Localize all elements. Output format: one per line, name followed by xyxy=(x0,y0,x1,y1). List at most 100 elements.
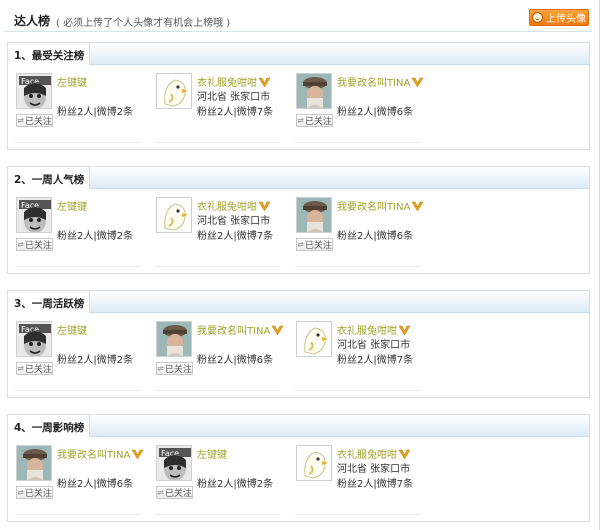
followed-label: 已关注 xyxy=(164,365,192,375)
mutual-arrows-icon: ⇌ xyxy=(17,364,24,373)
followed-label: 已关注 xyxy=(24,365,52,375)
mutual-arrows-icon: ⇌ xyxy=(17,116,24,125)
user-avatar[interactable] xyxy=(296,321,332,357)
vip-badge-icon xyxy=(410,77,424,89)
avatar-face-icon xyxy=(532,12,543,23)
user-name: 左键键 xyxy=(57,78,87,89)
user-stats: 粉丝2人|微博7条 xyxy=(337,355,414,366)
mutual-arrows-icon: ⇌ xyxy=(17,488,24,497)
user-location: 河北省 张家口市 xyxy=(197,216,271,227)
user-avatar[interactable]: Face xyxy=(16,197,52,233)
user-name-link[interactable]: 左键键 xyxy=(57,198,87,213)
user-name-link[interactable]: 我要改名叫TINA xyxy=(337,74,424,89)
user-stats: 粉丝2人|微博7条 xyxy=(337,479,414,490)
user-location: 河北省 张家口市 xyxy=(337,340,411,351)
user-name: 我要改名叫TINA xyxy=(337,78,411,89)
user-name: 我要改名叫TINA xyxy=(197,326,271,337)
page-title: 达人榜 xyxy=(14,14,51,28)
user-avatar[interactable] xyxy=(156,73,192,109)
upload-avatar-label: 上传头像 xyxy=(546,14,586,25)
section-tab: 2、一周人气榜 xyxy=(8,167,90,189)
followed-button[interactable]: ⇌ 已关注 xyxy=(16,362,53,375)
followed-button[interactable]: ⇌ 已关注 xyxy=(296,238,333,251)
user-avatar[interactable] xyxy=(156,321,192,357)
section-tab: 1、最受关注榜 xyxy=(8,43,90,65)
section-tab: 3、一周活跃榜 xyxy=(8,291,90,313)
mutual-arrows-icon: ⇌ xyxy=(297,240,304,249)
user-name-link[interactable]: 衣礼服兔咁咁 xyxy=(197,198,270,213)
user-card: 衣礼服兔咁咁河北省 张家口市 粉丝2人|微博7条 xyxy=(295,445,420,515)
leaderboard-section: 1、最受关注榜 Face 左键键 粉丝2人|微博2条 ⇌ 已关注 衣礼服兔咁咁 河北省 张家口… xyxy=(7,42,590,150)
user-name-link[interactable]: 衣礼服兔咁咁 xyxy=(337,322,410,337)
user-stats: 粉丝2人|微博6条 xyxy=(337,107,414,118)
user-stats: 粉丝2人|微博2条 xyxy=(57,107,134,118)
user-name: 左键键 xyxy=(197,450,227,461)
user-avatar[interactable] xyxy=(156,197,192,233)
mutual-arrows-icon: ⇌ xyxy=(297,116,304,125)
user-name-link[interactable]: 左键键 xyxy=(57,322,87,337)
user-card: Face 左键键 粉丝2人|微博2条 ⇌ 已关注 xyxy=(15,197,140,267)
followed-label: 已关注 xyxy=(24,241,52,251)
followed-button[interactable]: ⇌ 已关注 xyxy=(16,238,53,251)
section-header: 2、一周人气榜 xyxy=(8,167,589,189)
followed-button[interactable]: ⇌ 已关注 xyxy=(16,114,53,127)
user-avatar[interactable]: Face xyxy=(156,445,192,481)
user-avatar[interactable]: Face xyxy=(16,73,52,109)
user-stats: 粉丝2人|微博2条 xyxy=(197,479,274,490)
followed-button[interactable]: ⇌ 已关注 xyxy=(156,486,193,499)
user-name-link[interactable]: 我要改名叫TINA xyxy=(57,446,144,461)
user-stats: 粉丝2人|微博7条 xyxy=(197,107,274,118)
page-subtitle: ( 必须上传了个人头像才有机会上榜哦 ) xyxy=(56,18,231,29)
user-location: 河北省 张家口市 xyxy=(337,464,411,475)
leaderboard-section: 4、一周影响榜 我要改名叫TINA 粉丝2人|微博6条 ⇌ 已关注 Face 左键键 粉丝2人… xyxy=(7,414,590,522)
section-header: 1、最受关注榜 xyxy=(8,43,589,65)
user-stats: 粉丝2人|微博2条 xyxy=(57,355,134,366)
user-card: 衣礼服兔咁咁河北省 张家口市 粉丝2人|微博7条 xyxy=(295,321,420,391)
section-title: 4、一周影响榜 xyxy=(14,422,85,434)
user-card: 我要改名叫TINA 粉丝2人|微博6条 ⇌ 已关注 xyxy=(15,445,144,515)
vip-badge-icon xyxy=(410,201,424,213)
user-name: 左键键 xyxy=(57,202,87,213)
user-card: Face 左键键粉丝2人|微博2条 ⇌ 已关注 xyxy=(15,73,140,143)
followed-button[interactable]: ⇌ 已关注 xyxy=(156,362,193,375)
section-title: 2、一周人气榜 xyxy=(14,174,85,186)
followed-label: 已关注 xyxy=(304,241,332,251)
followed-label: 已关注 xyxy=(304,117,332,127)
followed-button[interactable]: ⇌ 已关注 xyxy=(296,114,333,127)
section-tab: 4、一周影响榜 xyxy=(8,415,90,437)
section-title: 1、最受关注榜 xyxy=(14,50,85,62)
section-header: 3、一周活跃榜 xyxy=(8,291,589,313)
user-stats: 粉丝2人|微博6条 xyxy=(57,479,134,490)
user-card: 我要改名叫TINA 粉丝2人|微博6条 ⇌ 已关注 xyxy=(295,197,424,267)
user-avatar[interactable]: Face xyxy=(16,321,52,357)
mutual-arrows-icon: ⇌ xyxy=(157,364,164,373)
user-avatar[interactable] xyxy=(296,445,332,481)
followed-label: 已关注 xyxy=(164,489,192,499)
user-stats: 粉丝2人|微博7条 xyxy=(197,231,274,242)
user-name-link[interactable]: 我要改名叫TINA xyxy=(337,198,424,213)
user-avatar[interactable] xyxy=(296,197,332,233)
user-avatar[interactable] xyxy=(296,73,332,109)
user-stats: 粉丝2人|微博6条 xyxy=(337,231,414,242)
section-header: 4、一周影响榜 xyxy=(8,415,589,437)
user-card: Face 左键键粉丝2人|微博2条 ⇌ 已关注 xyxy=(15,321,140,391)
followed-label: 已关注 xyxy=(24,489,52,499)
user-name-link[interactable]: 我要改名叫TINA xyxy=(197,322,284,337)
mutual-arrows-icon: ⇌ xyxy=(157,488,164,497)
followed-button[interactable]: ⇌ 已关注 xyxy=(16,486,53,499)
user-stats: 粉丝2人|微博6条 xyxy=(197,355,274,366)
user-avatar[interactable] xyxy=(16,445,52,481)
panel-header: 达人榜 ( 必须上传了个人头像才有机会上榜哦 ) 上传头像 xyxy=(4,6,592,32)
user-name-link[interactable]: 衣礼服兔咁咁 xyxy=(337,446,410,461)
user-name-link[interactable]: 左键键 xyxy=(57,74,87,89)
vip-badge-icon xyxy=(130,449,144,461)
vip-badge-icon xyxy=(270,325,284,337)
section-title: 3、一周活跃榜 xyxy=(14,298,85,310)
user-name: 我要改名叫TINA xyxy=(337,202,411,213)
user-name-link[interactable]: 左键键 xyxy=(197,446,227,461)
leaderboard-panel: 达人榜 ( 必须上传了个人头像才有机会上榜哦 ) 上传头像 1、最受关注榜 Fac… xyxy=(0,0,600,530)
leaderboard-section: 3、一周活跃榜 Face 左键键 粉丝2人|微博2条 ⇌ 已关注 我要改名叫TINA 粉丝2人… xyxy=(7,290,590,398)
upload-avatar-button[interactable]: 上传头像 xyxy=(529,9,589,26)
user-name-link[interactable]: 衣礼服兔咁咁 xyxy=(197,74,270,89)
followed-label: 已关注 xyxy=(24,117,52,127)
